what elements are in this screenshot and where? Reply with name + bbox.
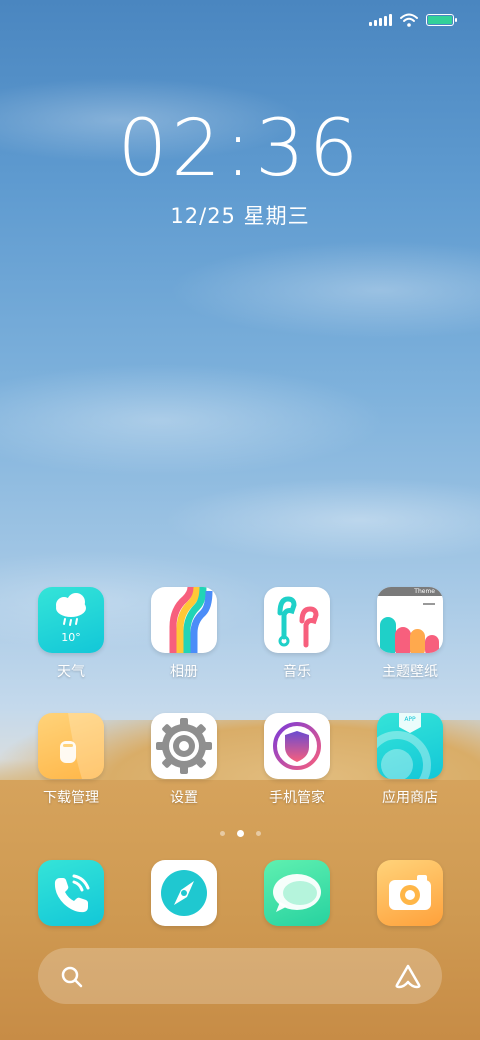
weather-temp: 10° <box>61 631 81 644</box>
app-store[interactable]: APP 应用商店 <box>355 713 465 807</box>
app-label: 音乐 <box>283 664 311 680</box>
app-label: 手机管家 <box>269 790 325 806</box>
camera-icon <box>377 860 443 926</box>
browser-icon <box>151 860 217 926</box>
signal-icon <box>369 14 392 26</box>
search-icon[interactable] <box>60 965 84 989</box>
search-bar[interactable] <box>38 948 442 1004</box>
phone-icon <box>38 860 104 926</box>
dock-phone[interactable] <box>16 860 126 926</box>
weather-icon: 10° <box>38 587 104 653</box>
clock-time: 02:36 <box>117 104 363 194</box>
app-label: 主题壁纸 <box>382 664 438 680</box>
security-icon <box>264 713 330 779</box>
app-label: 设置 <box>170 790 198 806</box>
music-icon <box>264 587 330 653</box>
app-theme[interactable]: Theme 主题壁纸 <box>355 587 465 681</box>
app-label: 应用商店 <box>382 790 438 806</box>
messages-icon <box>264 860 330 926</box>
app-store-badge: APP <box>404 716 416 723</box>
app-store-icon: APP <box>377 713 443 779</box>
gallery-icon <box>151 587 217 653</box>
battery-icon <box>426 14 457 26</box>
app-gallery[interactable]: 相册 <box>129 587 239 681</box>
app-phone-manager[interactable]: 手机管家 <box>242 713 352 807</box>
download-icon <box>38 713 104 779</box>
app-downloads[interactable]: 下载管理 <box>16 713 126 807</box>
theme-icon: Theme <box>377 587 443 653</box>
settings-icon <box>151 713 217 779</box>
app-label: 相册 <box>170 664 198 680</box>
page-dot[interactable] <box>219 831 225 836</box>
page-dot-active[interactable] <box>236 830 244 837</box>
page-dot[interactable] <box>255 831 261 836</box>
clock-date: 12/25 星期三 <box>170 204 310 228</box>
dock-camera[interactable] <box>355 860 465 926</box>
app-label: 天气 <box>57 664 85 680</box>
app-label: 下载管理 <box>43 790 99 806</box>
status-bar <box>369 10 457 30</box>
app-weather[interactable]: 10° 天气 <box>16 587 126 681</box>
wifi-icon <box>400 13 418 27</box>
dock-messages[interactable] <box>242 860 352 926</box>
assistant-icon[interactable] <box>394 963 422 989</box>
page-indicator[interactable] <box>0 830 480 837</box>
app-settings[interactable]: 设置 <box>129 713 239 807</box>
dock-browser[interactable] <box>129 860 239 926</box>
app-music[interactable]: 音乐 <box>242 587 352 681</box>
